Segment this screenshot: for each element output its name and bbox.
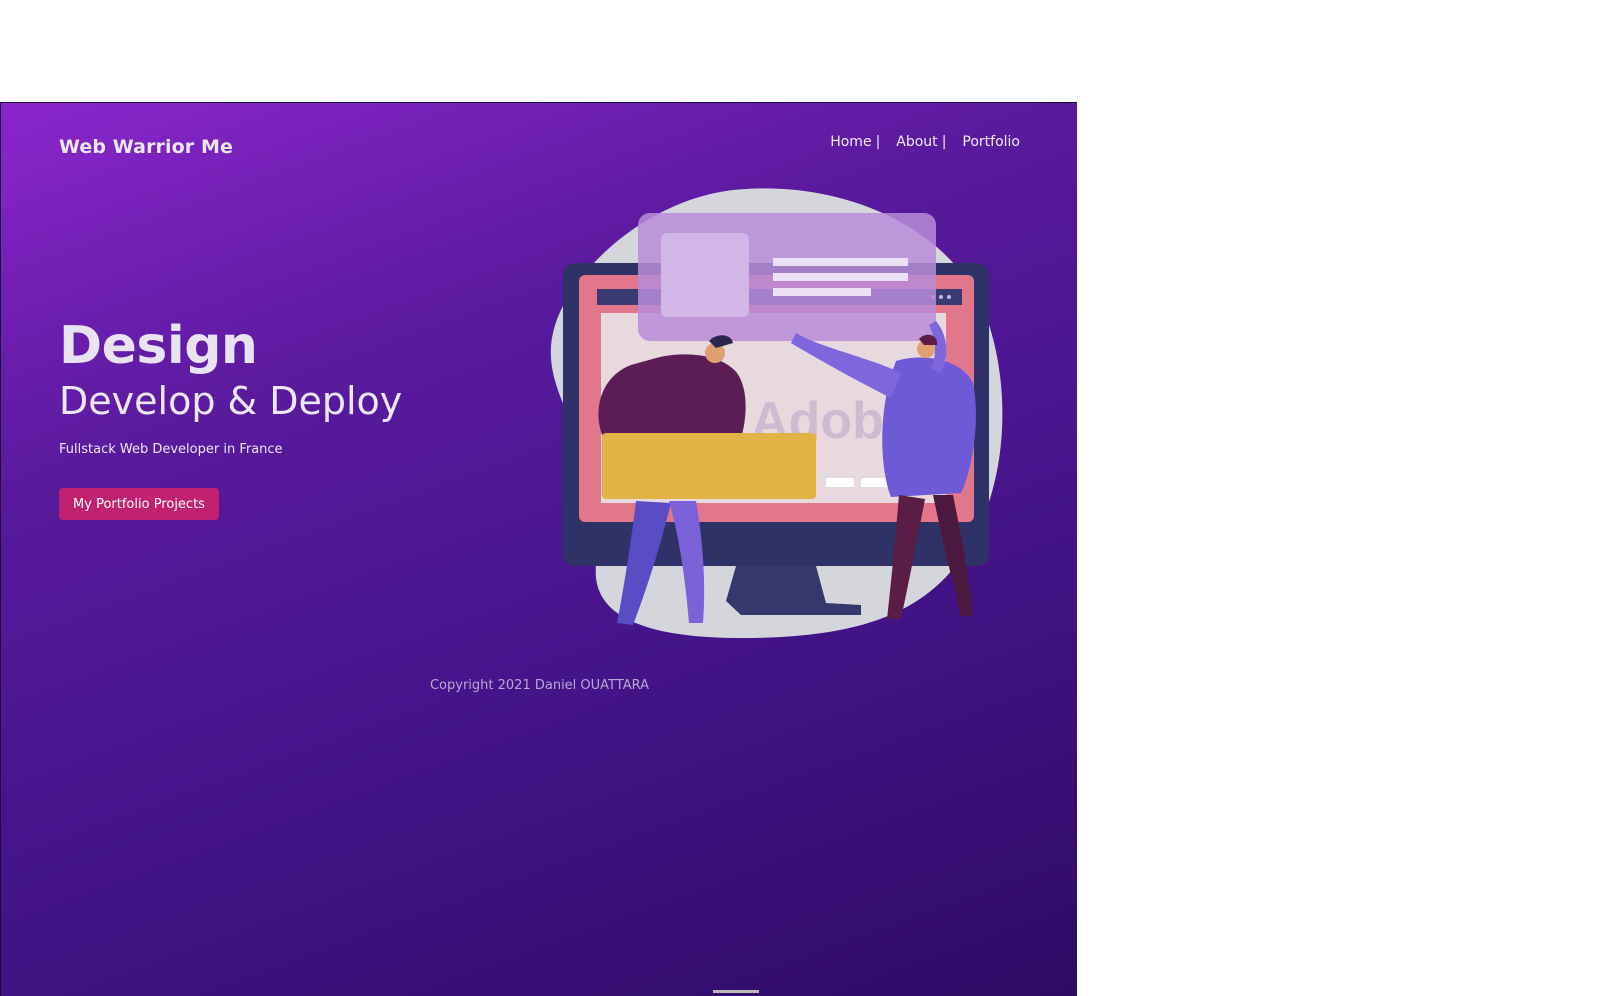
nav-about-label[interactable]: About (896, 134, 937, 150)
nav-home[interactable]: Home | (830, 134, 880, 150)
hero-tagline: Fullstack Web Developer in France (59, 442, 283, 457)
scrollbar-handle[interactable] (713, 990, 759, 993)
hero-subtitle: Develop & Deploy (59, 379, 403, 423)
nav-separator: | (941, 134, 947, 150)
footer-copyright: Copyright 2021 Daniel OUATTARA (429, 678, 649, 693)
portfolio-projects-button[interactable]: My Portfolio Projects (59, 488, 219, 520)
landing-page: Web Warrior Me Home | About | Portfolio … (0, 102, 1077, 996)
card-line (773, 273, 908, 281)
yellow-panel (602, 433, 816, 499)
screen-block (861, 478, 889, 487)
window-dot-icon (939, 295, 943, 299)
nav-portfolio-label[interactable]: Portfolio (962, 134, 1020, 150)
site-brand[interactable]: Web Warrior Me (59, 136, 233, 158)
nav-separator: | (875, 134, 881, 150)
hero-title: Design (59, 316, 258, 376)
screen-block (826, 478, 854, 487)
main-nav: Home | About | Portfolio (830, 134, 1020, 150)
card-line (773, 288, 871, 296)
nav-portfolio[interactable]: Portfolio (962, 134, 1020, 150)
window-dot-icon (947, 295, 951, 299)
designers-at-monitor-illustration: Adobe (550, 188, 1003, 638)
card-image (661, 233, 749, 317)
nav-home-label[interactable]: Home (830, 134, 871, 150)
nav-about[interactable]: About | (896, 134, 946, 150)
card-line (773, 258, 908, 266)
